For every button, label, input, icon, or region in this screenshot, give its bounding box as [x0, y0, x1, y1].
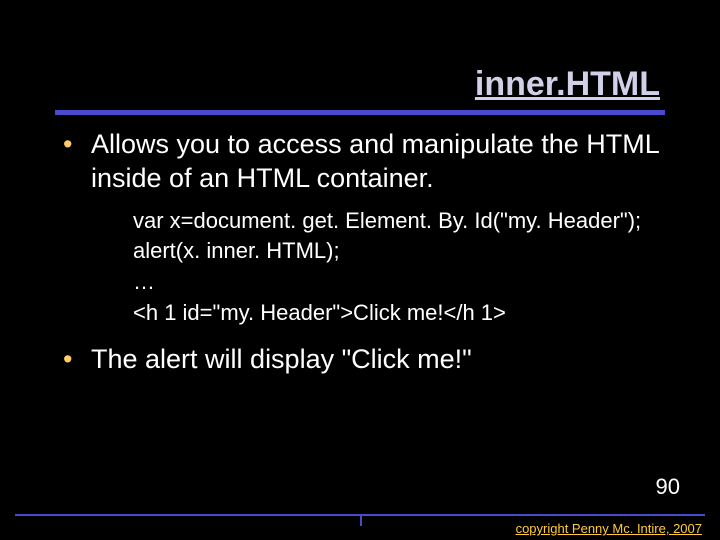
slide-content: Allows you to access and manipulate the …: [55, 128, 675, 382]
bullet-list: The alert will display "Click me!": [55, 343, 675, 377]
slide: inner.HTML Allows you to access and mani…: [0, 0, 720, 540]
slide-title: inner.HTML: [475, 65, 660, 104]
bullet-text: Allows you to access and manipulate the …: [91, 129, 659, 193]
title-underline-rule: [55, 110, 665, 115]
bullet-text: The alert will display "Click me!": [91, 344, 472, 374]
copyright-text: copyright Penny Mc. Intire, 2007: [516, 521, 702, 536]
bullet-list: Allows you to access and manipulate the …: [55, 128, 675, 196]
bullet-item: Allows you to access and manipulate the …: [55, 128, 675, 196]
bullet-item: The alert will display "Click me!": [55, 343, 675, 377]
page-number: 90: [656, 474, 680, 500]
code-block: var x=document. get. Element. By. Id("my…: [133, 206, 675, 329]
footer-tick: [360, 514, 362, 526]
